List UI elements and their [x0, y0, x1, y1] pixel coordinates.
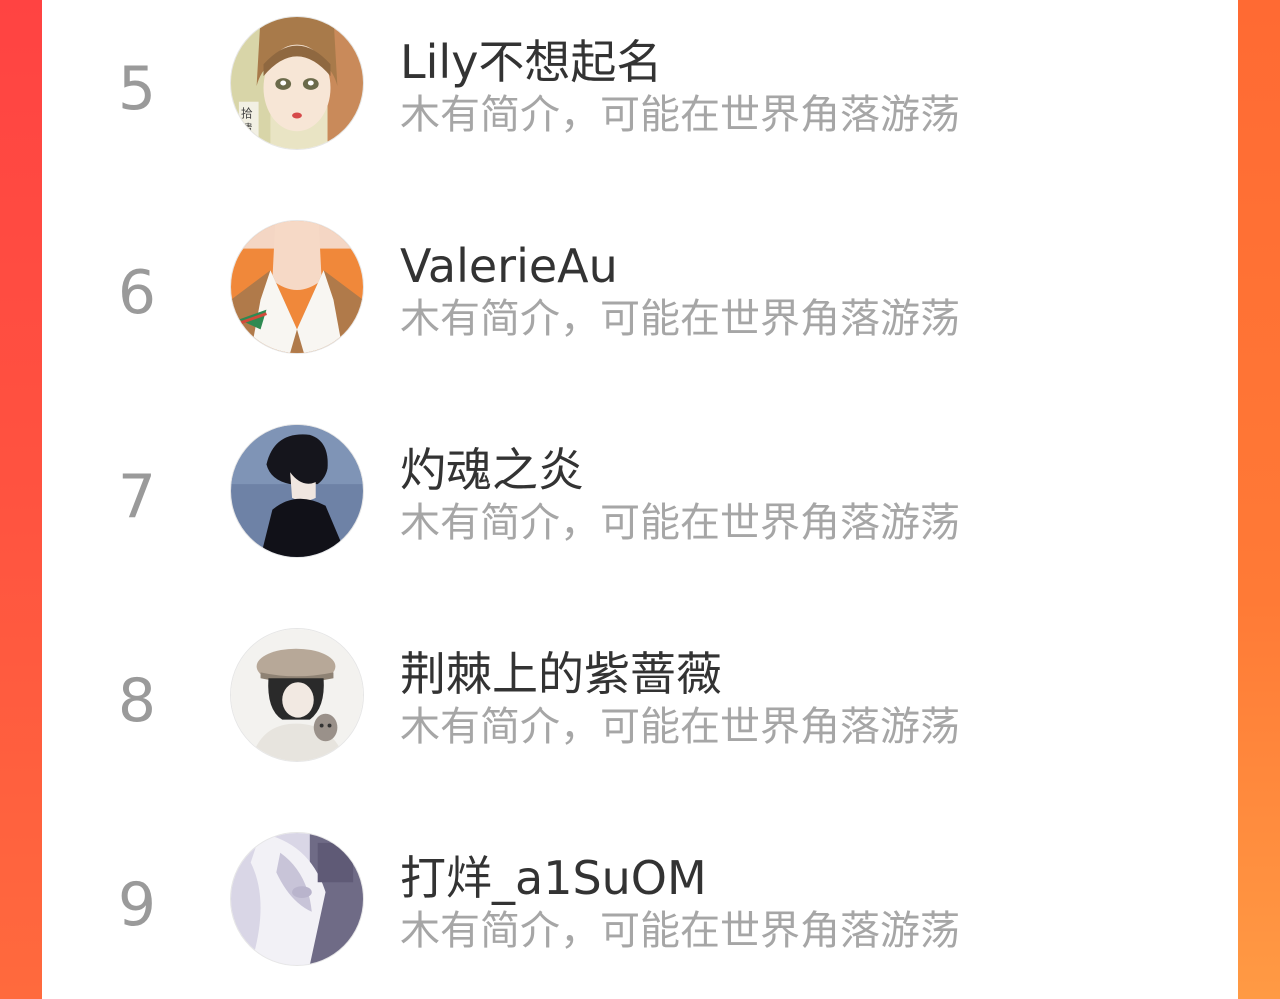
- background-right-gradient: [1238, 0, 1280, 999]
- list-item[interactable]: 5 拾 遗 Lily不想起名 木有简介，可能在世界角落游荡: [42, 8, 1238, 158]
- rank-number: 9: [117, 870, 157, 940]
- user-bio: 木有简介，可能在世界角落游荡: [400, 296, 960, 342]
- user-name[interactable]: ValerieAu: [400, 236, 618, 296]
- avatar-girl-illustration-icon: 拾 遗: [231, 17, 363, 149]
- list-item[interactable]: 9 打烊_a1SuOM 木有简介，可能在世界角落游荡: [42, 824, 1238, 974]
- user-name[interactable]: 荆棘上的紫蔷薇: [400, 644, 722, 704]
- avatar[interactable]: 拾 遗: [230, 16, 364, 150]
- user-bio: 木有简介，可能在世界角落游荡: [400, 500, 960, 546]
- ranking-list-card: 5 拾 遗 Lily不想起名 木有简介，可能在世界角落游荡 6 ValerieA…: [42, 0, 1238, 999]
- rank-number: 5: [117, 54, 157, 124]
- list-item[interactable]: 7 灼魂之炎 木有简介，可能在世界角落游荡: [42, 416, 1238, 566]
- svg-text:拾: 拾: [241, 106, 253, 120]
- rank-number: 6: [117, 258, 157, 328]
- avatar-pale-illustration-icon: [231, 833, 363, 965]
- user-bio: 木有简介，可能在世界角落游荡: [400, 92, 960, 138]
- avatar-boy-silhouette-icon: [231, 425, 363, 557]
- user-bio: 木有简介，可能在世界角落游荡: [400, 704, 960, 750]
- svg-text:遗: 遗: [241, 122, 253, 136]
- list-item[interactable]: 8 荆棘上的紫蔷薇 木有简介，可能在世界角落游荡: [42, 620, 1238, 770]
- rank-number: 8: [117, 666, 157, 736]
- avatar[interactable]: [230, 628, 364, 762]
- user-name[interactable]: Lily不想起名: [400, 32, 662, 92]
- avatar-collar-illustration-icon: [231, 221, 363, 353]
- avatar[interactable]: [230, 832, 364, 966]
- list-item[interactable]: 6 ValerieAu 木有简介，可能在世界角落游荡: [42, 212, 1238, 362]
- background-left-gradient: [0, 0, 42, 999]
- avatar[interactable]: [230, 424, 364, 558]
- avatar[interactable]: [230, 220, 364, 354]
- rank-number: 7: [117, 462, 157, 532]
- user-bio: 木有简介，可能在世界角落游荡: [400, 908, 960, 954]
- user-name[interactable]: 打烊_a1SuOM: [400, 848, 707, 908]
- user-name[interactable]: 灼魂之炎: [400, 440, 584, 500]
- avatar-hat-cat-illustration-icon: [231, 629, 363, 761]
